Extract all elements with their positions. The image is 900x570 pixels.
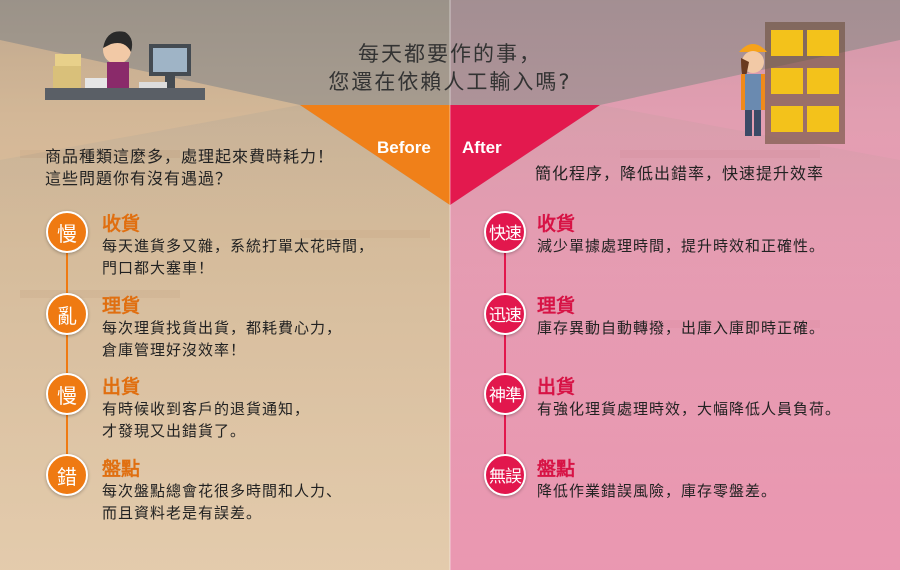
before-heading-receive: 收貨 bbox=[102, 213, 141, 235]
before-heading-count: 盤點 bbox=[102, 458, 141, 480]
before-desc-receive-1: 每天進貨多又雜，系統打單太花時間， bbox=[102, 237, 375, 255]
infographic: 每天都要作的事， 您還在依賴人工輸入嗎? Before After 商品種類這麼… bbox=[0, 0, 900, 570]
after-desc-sort: 庫存異動自動轉撥，出庫入庫即時正確。 bbox=[537, 319, 826, 337]
page-title-line2: 您還在依賴人工輸入嗎? bbox=[328, 70, 572, 94]
after-desc-receive: 減少單據處理時間，提升時效和正確性。 bbox=[537, 237, 826, 255]
after-heading-count: 盤點 bbox=[537, 458, 576, 480]
before-heading-sort: 理貨 bbox=[102, 295, 141, 317]
before-desc-count-2: 而且資料老是有誤差。 bbox=[102, 504, 263, 522]
after-desc-ship: 有強化理貨處理時效，大幅降低人員負荷。 bbox=[537, 400, 842, 418]
before-heading-ship: 出貨 bbox=[102, 376, 141, 398]
before-desc-sort-1: 每次理貨找貨出貨，都耗費心力， bbox=[102, 319, 343, 337]
before-badge-ship: 慢 bbox=[46, 373, 88, 415]
after-badge-count: 無誤 bbox=[484, 454, 526, 496]
before-desc-ship-2: 才發現又出錯貨了。 bbox=[102, 422, 247, 440]
after-intro: 簡化程序，降低出錯率，快速提升效率 bbox=[535, 164, 825, 183]
before-badge-sort: 亂 bbox=[46, 293, 88, 335]
page-title-line1: 每天都要作的事， bbox=[358, 42, 542, 66]
before-intro-line2: 這些問題你有沒有遇過？ bbox=[45, 169, 233, 188]
after-badge-receive: 快速 bbox=[484, 211, 526, 253]
before-desc-ship-1: 有時候收到客戶的退貨通知， bbox=[102, 400, 311, 418]
before-desc-count-1: 每次盤點總會花很多時間和人力、 bbox=[102, 482, 343, 500]
after-badge-ship: 神準 bbox=[484, 373, 526, 415]
after-timeline bbox=[504, 250, 506, 460]
after-badge-sort: 迅速 bbox=[484, 293, 526, 335]
before-label: Before bbox=[377, 138, 431, 157]
after-heading-ship: 出貨 bbox=[537, 376, 576, 398]
after-desc-count: 降低作業錯誤風險，庫存零盤差。 bbox=[537, 482, 778, 500]
after-label: After bbox=[462, 138, 502, 157]
before-desc-sort-2: 倉庫管理好沒效率！ bbox=[102, 341, 247, 359]
after-heading-receive: 收貨 bbox=[537, 213, 576, 235]
after-heading-sort: 理貨 bbox=[537, 295, 576, 317]
before-badge-receive: 慢 bbox=[46, 211, 88, 253]
before-desc-receive-2: 門口都大塞車！ bbox=[102, 259, 215, 277]
before-intro-line1: 商品種類這麼多，處理起來費時耗力！ bbox=[45, 147, 335, 166]
before-badge-count: 錯 bbox=[46, 454, 88, 496]
before-timeline bbox=[66, 250, 68, 460]
